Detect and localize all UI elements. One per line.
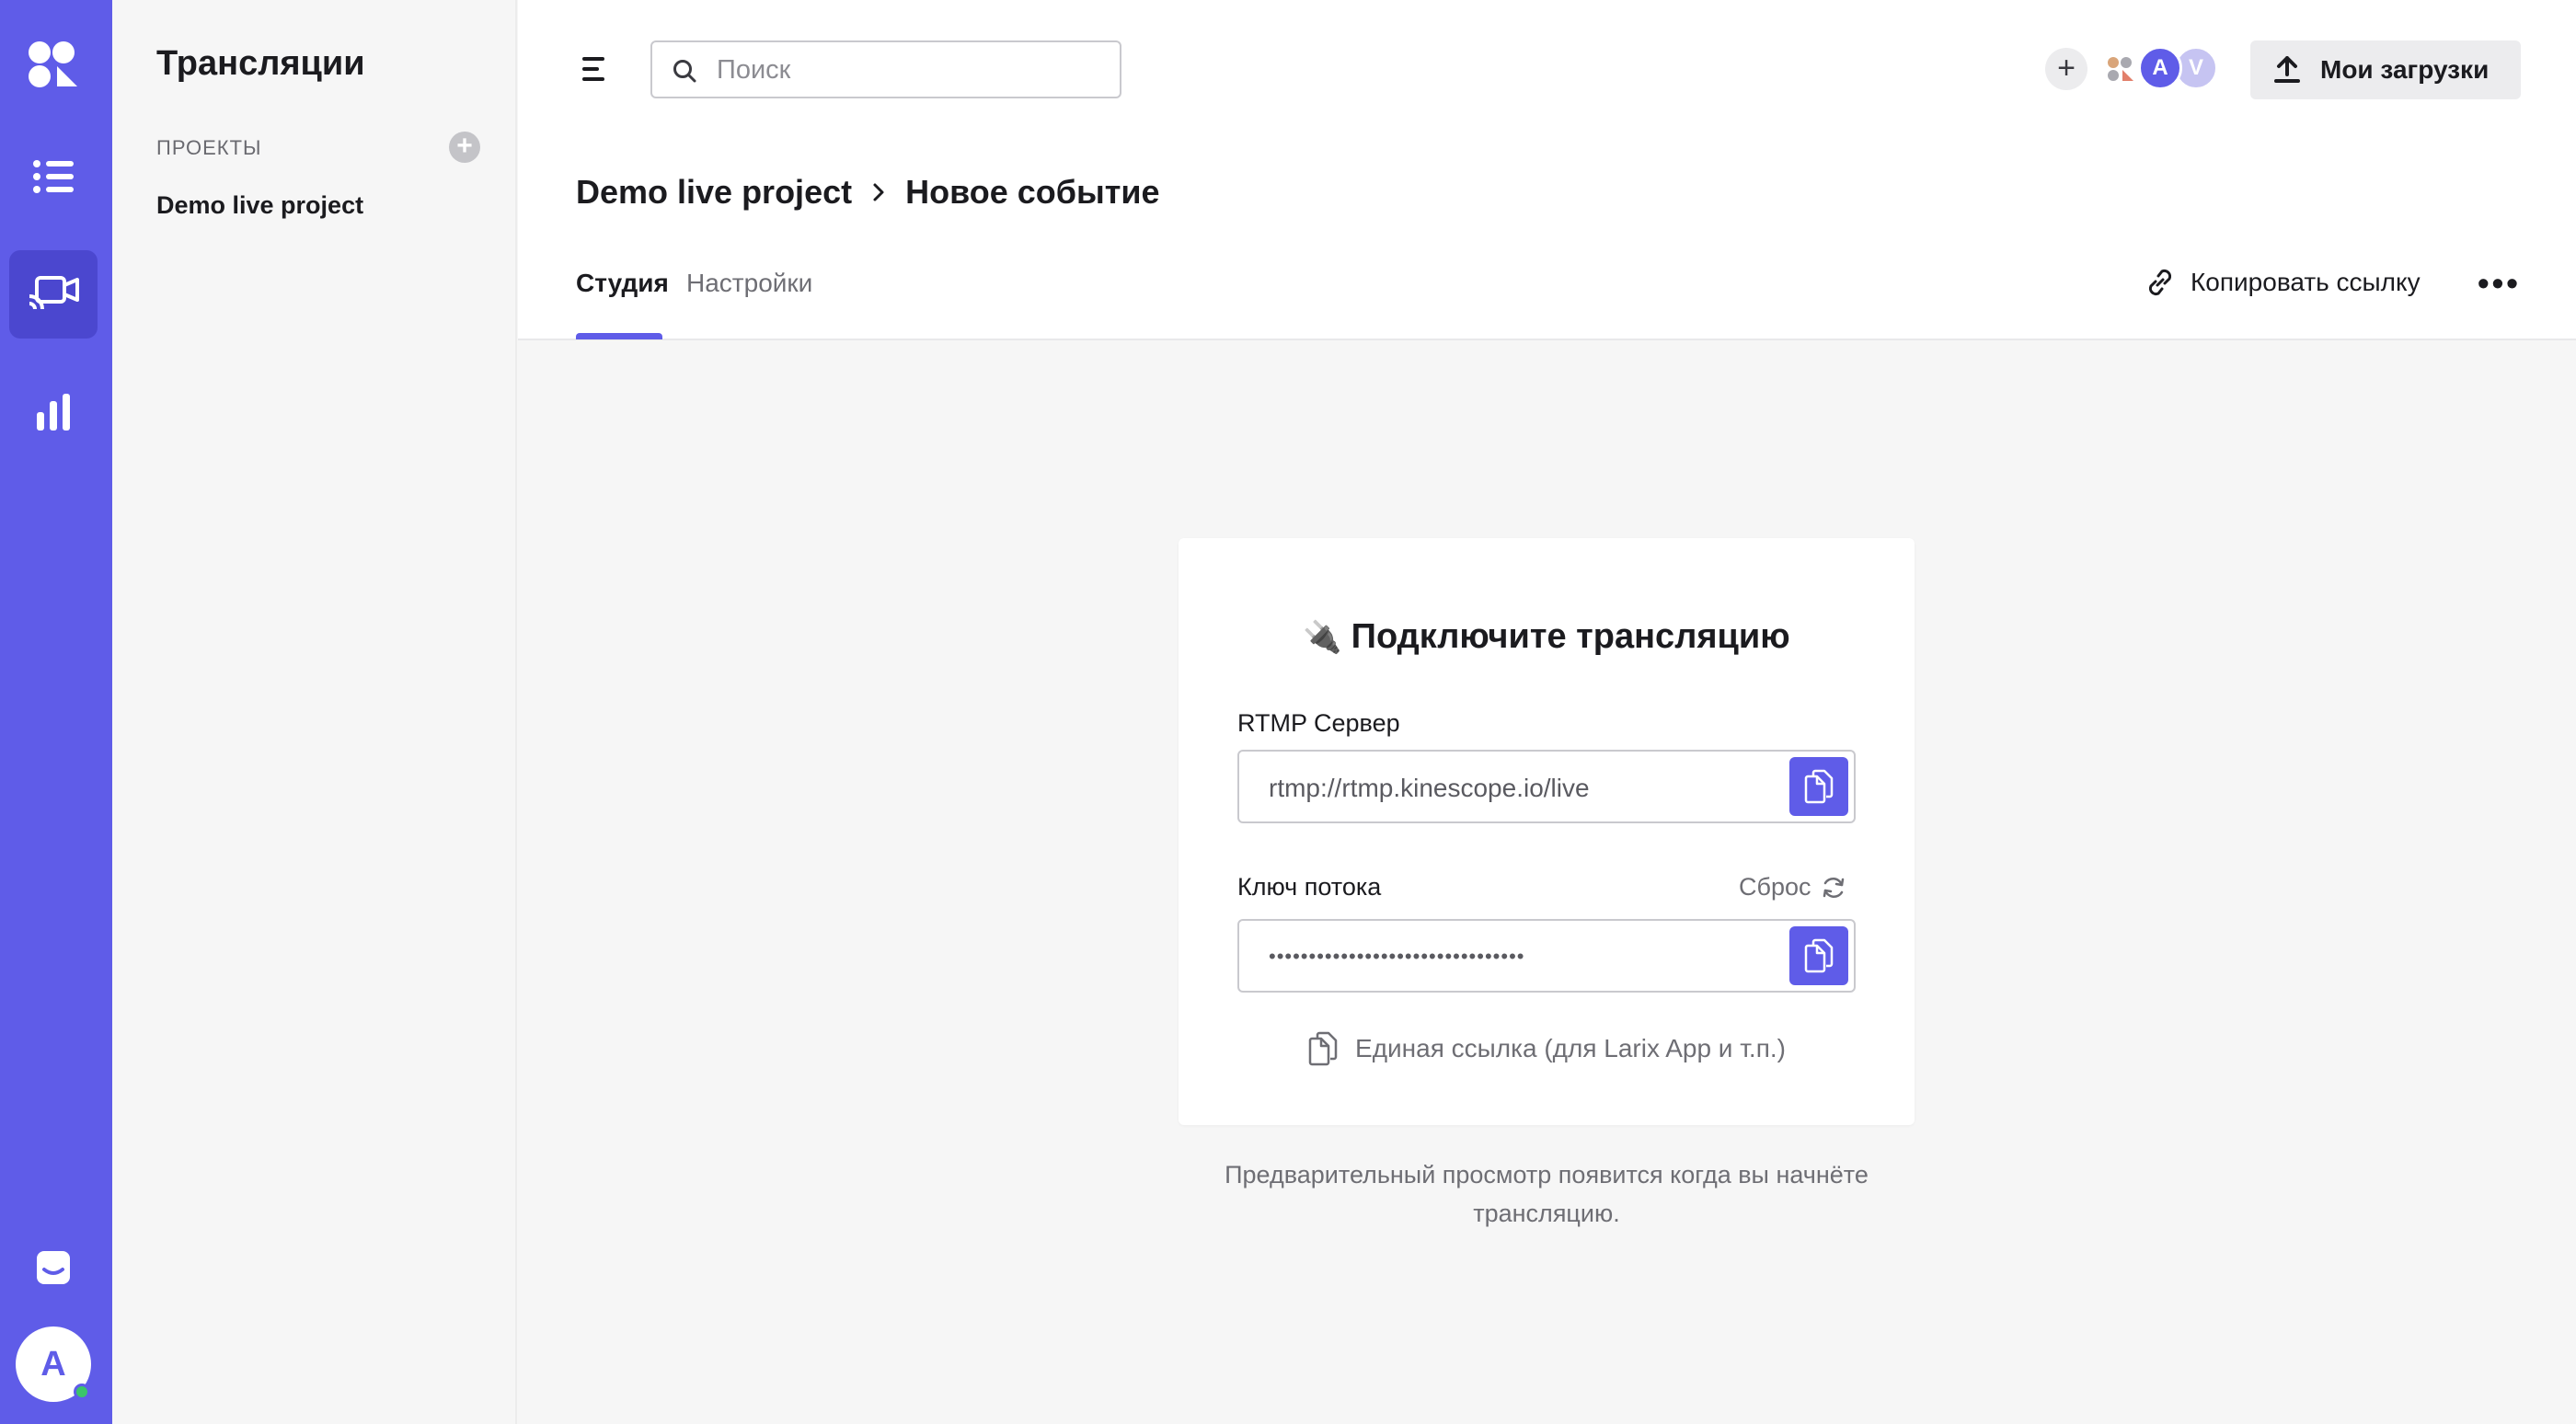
stream-key-field[interactable]: •••••••••••••••••••••••••••••••• [1237,919,1856,993]
section-sidebar: Трансляции ПРОЕКТЫ + Demo live project [112,0,517,1424]
chevron-right-icon [872,182,885,202]
copy-icon [1804,938,1834,973]
page-header: + A V Мои загрузки Demo live project Нов… [518,0,2576,340]
active-tab-indicator [576,333,662,339]
rtmp-server-field[interactable]: rtmp://rtmp.kinescope.io/live [1237,750,1856,823]
projects-section-label: ПРОЕКТЫ [156,136,262,159]
more-options-icon[interactable]: ••• [2478,267,2521,300]
copy-link-label: Копировать ссылку [2191,268,2421,296]
sidebar-item-demo-live-project[interactable]: Demo live project [156,191,363,220]
breadcrumb-event: Новое событие [905,173,1160,211]
copy-rtmp-button[interactable] [1789,757,1848,816]
breadcrumb: Demo live project Новое событие [576,173,1160,212]
tab-studio[interactable]: Студия [576,269,669,298]
plug-icon: 🔌 [1303,620,1342,655]
app-rail: A [0,0,112,1424]
kinescope-logo-icon[interactable] [9,20,98,109]
support-chat-icon[interactable] [9,1223,98,1312]
copy-key-button[interactable] [1789,926,1848,985]
refresh-icon [1823,877,1844,898]
tab-settings[interactable]: Настройки [686,269,812,298]
search-input[interactable] [717,50,1103,90]
preview-note: Предварительный просмотр появится когда … [1225,1161,1869,1227]
copy-single-link-button[interactable]: Единая ссылка (для Larix App и т.п.) [1179,1031,1915,1066]
search-box[interactable] [650,40,1121,98]
add-project-icon[interactable]: + [449,132,480,163]
my-uploads-button[interactable]: Мои загрузки [2250,40,2521,99]
copy-icon [1308,1031,1338,1066]
copy-icon [1804,769,1834,804]
rtmp-server-value: rtmp://rtmp.kinescope.io/live [1269,774,1590,802]
breadcrumb-project[interactable]: Demo live project [576,173,852,212]
card-title-text: Подключите трансляцию [1351,617,1790,656]
member-avatar[interactable]: A [2138,46,2182,90]
live-stream-icon[interactable] [9,250,98,339]
rtmp-server-label: RTMP Сервер [1237,709,1400,737]
link-icon [2148,269,2172,296]
online-status-dot [74,1384,90,1400]
reset-label: Сброс [1739,873,1811,901]
create-plus-button[interactable]: + [2045,48,2087,90]
stream-key-value: •••••••••••••••••••••••••••••••• [1269,945,1525,968]
menu-toggle-icon[interactable] [582,55,610,83]
reset-key-button[interactable]: Сброс [1739,873,1846,901]
sidebar-title: Трансляции [156,44,365,83]
stream-key-label: Ключ потока [1237,873,1382,901]
main-area: + A V Мои загрузки Demo live project Нов… [518,0,2576,1424]
copy-link-button[interactable]: Копировать ссылку [2145,267,2421,298]
upload-icon [2274,56,2300,83]
connect-stream-card: 🔌 Подключите трансляцию RTMP Сервер rtmp:… [1179,538,1915,1125]
card-title: 🔌 Подключите трансляцию [1179,617,1915,657]
search-icon [673,60,696,83]
analytics-icon[interactable] [9,368,98,456]
my-uploads-label: Мои загрузки [2320,55,2490,84]
single-link-label: Единая ссылка (для Larix App и т.п.) [1355,1034,1786,1062]
videos-list-icon[interactable] [9,132,98,221]
team-logo-icon[interactable] [2106,55,2135,85]
